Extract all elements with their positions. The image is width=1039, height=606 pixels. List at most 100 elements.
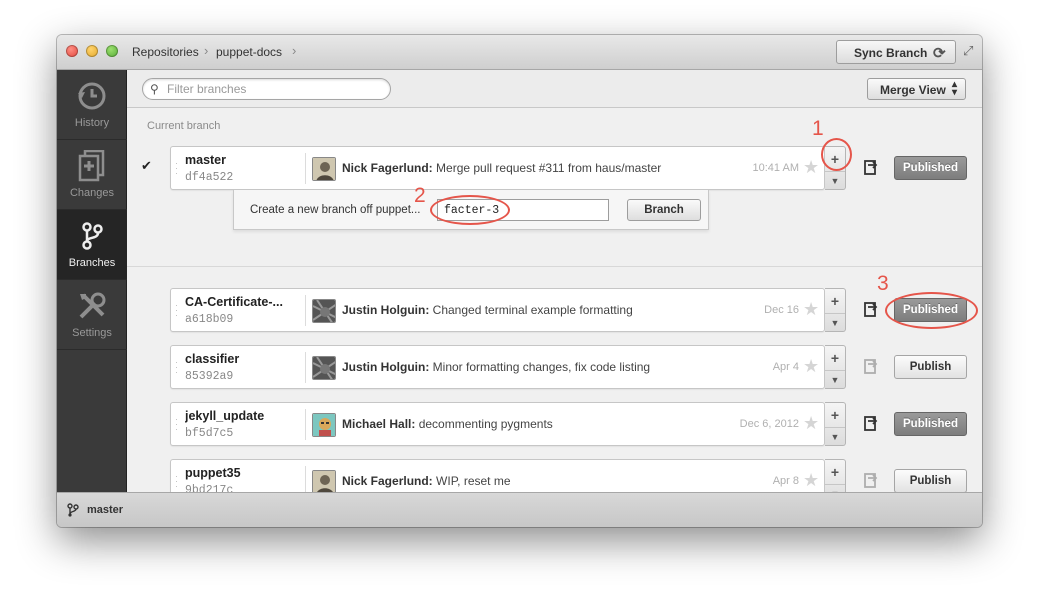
branch-card[interactable]: · · · CA-Certificate-... a618b09 Justin Ho… (170, 288, 825, 332)
star-icon[interactable]: ★ (803, 299, 819, 320)
commit-message: Merge pull request #311 from haus/master (436, 161, 662, 175)
new-branch-plus-button[interactable]: + (825, 462, 845, 482)
sync-icon: ⟳ (933, 45, 946, 62)
drag-handle-icon[interactable]: · · · (175, 358, 178, 377)
star-icon[interactable]: ★ (803, 470, 819, 491)
publish-button[interactable]: Publish (894, 469, 967, 492)
new-branch-plus-button[interactable]: + (825, 405, 845, 425)
current-branch-row[interactable]: · · · master df4a522 Nick Fagerlund: Merge… (170, 146, 846, 190)
column-divider (305, 153, 306, 184)
drag-handle-icon[interactable]: · · · (175, 159, 178, 178)
avatar (312, 356, 336, 380)
search-icon: ⚲ (150, 82, 159, 96)
pull-request-icon[interactable] (863, 473, 879, 489)
branch-menu-arrow[interactable]: ▼ (825, 370, 845, 388)
star-icon[interactable]: ★ (803, 413, 819, 434)
branch-name: classifier (185, 352, 240, 366)
sidebar-item-label: Settings (72, 327, 112, 339)
filter-field[interactable]: ⚲ (142, 78, 391, 100)
branch-card[interactable]: · · · puppet35 9bd217c Nick Fagerlund: WIP… (170, 459, 825, 492)
pull-request-icon[interactable] (863, 160, 879, 176)
sidebar-item-changes[interactable]: Changes (57, 140, 127, 210)
breadcrumb-repositories[interactable]: Repositories (132, 45, 199, 59)
chevron-right-icon: › (292, 43, 297, 58)
drag-handle-icon[interactable]: · · · (175, 415, 178, 434)
avatar (312, 413, 336, 437)
filter-branches-input[interactable] (167, 81, 382, 97)
branches-toolbar: ⚲ Merge View ▴▾ (127, 70, 982, 108)
annotation-number-three: 3 (877, 272, 889, 295)
sidebar: History Changes Branches Settings (57, 70, 127, 492)
commit-sha: a618b09 (185, 313, 234, 326)
branch-menu-arrow[interactable]: ▼ (825, 427, 845, 445)
published-button[interactable]: Published (894, 412, 967, 436)
branch-menu-arrow[interactable]: ▼ (825, 313, 845, 331)
commit-message: WIP, reset me (436, 474, 511, 488)
commit-time: 10:41 AM (752, 162, 799, 174)
minimize-window-button[interactable] (86, 45, 98, 57)
branch-actions: + ▼ (825, 402, 846, 446)
commit-sha: 9bd217c (185, 484, 234, 492)
new-branch-plus-button[interactable]: + (825, 348, 845, 368)
annotation-number-two: 2 (414, 184, 426, 207)
branches-list: Current branch ✔ · · · master df4a522 Nick… (127, 108, 982, 492)
branch-menu-arrow[interactable]: ▼ (825, 484, 845, 492)
branch-card[interactable]: · · · master df4a522 Nick Fagerlund: Merge… (170, 146, 825, 190)
avatar (312, 470, 336, 492)
branch-card[interactable]: · · · jekyll_update bf5d7c5 Michael Hall: … (170, 402, 825, 446)
zoom-window-button[interactable] (106, 45, 118, 57)
branch-icon (57, 220, 127, 252)
sync-branch-button[interactable]: Sync Branch ⟳ (836, 40, 956, 64)
pull-request-icon[interactable] (863, 302, 879, 318)
branch-menu-arrow[interactable]: ▼ (825, 171, 845, 189)
commit-time: Apr 8 (772, 475, 799, 487)
branch-row[interactable]: · · · classifier 85392a9 Justin Holguin: M… (170, 345, 846, 389)
new-branch-plus-button[interactable]: + (825, 291, 845, 311)
breadcrumb-repo[interactable]: puppet-docs (216, 45, 282, 59)
column-divider (305, 295, 306, 326)
branch-card[interactable]: · · · classifier 85392a9 Justin Holguin: M… (170, 345, 825, 389)
commit-author: Justin Holguin: (342, 303, 430, 317)
column-divider (305, 409, 306, 440)
sidebar-item-branches[interactable]: Branches (57, 210, 127, 280)
published-button[interactable]: Published (894, 156, 967, 180)
drag-handle-icon[interactable]: · · · (175, 301, 178, 320)
commit-author: Michael Hall: (342, 417, 416, 431)
close-window-button[interactable] (66, 45, 78, 57)
drag-handle-icon[interactable]: · · · (175, 472, 178, 491)
commit-time: Dec 16 (764, 304, 799, 316)
branch-name: master (185, 153, 226, 167)
commit-message: Minor formatting changes, fix code listi… (432, 360, 651, 374)
publish-button[interactable]: Publish (894, 355, 967, 379)
checkmark-icon: ✔ (141, 158, 152, 173)
create-branch-button[interactable]: Branch (627, 199, 701, 221)
merge-view-button[interactable]: Merge View ▴ ▾ (867, 78, 966, 100)
avatar (312, 299, 336, 323)
sidebar-item-label: Branches (68, 257, 116, 269)
app-window: Repositories › puppet-docs › Sync Branch… (57, 35, 982, 527)
sidebar-item-history[interactable]: History (57, 70, 127, 140)
commit-sha: df4a522 (185, 171, 234, 184)
sidebar-item-label: History (74, 117, 110, 129)
pull-request-icon[interactable] (863, 416, 879, 432)
branch-row[interactable]: · · · jekyll_update bf5d7c5 Michael Hall: … (170, 402, 846, 446)
commit-message: Changed terminal example formatting (432, 303, 633, 317)
branch-name: puppet35 (185, 466, 241, 480)
commit-time: Dec 6, 2012 (739, 418, 799, 430)
branch-row[interactable]: · · · puppet35 9bd217c Nick Fagerlund: WIP… (170, 459, 846, 492)
commit-author: Nick Fagerlund: (342, 474, 433, 488)
chevron-right-icon: › (204, 43, 209, 58)
branch-icon (67, 503, 79, 517)
annotation-ellipse-plus (821, 138, 852, 171)
history-icon (57, 80, 127, 112)
star-icon[interactable]: ★ (803, 157, 819, 178)
branch-actions: + ▼ (825, 288, 846, 332)
fullscreen-icon[interactable]: ⤢ (963, 43, 973, 59)
pull-request-icon[interactable] (863, 359, 879, 375)
sidebar-item-settings[interactable]: Settings (57, 280, 127, 350)
branch-name: jekyll_update (185, 409, 265, 423)
branch-row[interactable]: · · · CA-Certificate-... a618b09 Justin Ho… (170, 288, 846, 332)
star-icon[interactable]: ★ (803, 356, 819, 377)
avatar (312, 157, 336, 181)
sidebar-item-label: Changes (69, 187, 115, 199)
